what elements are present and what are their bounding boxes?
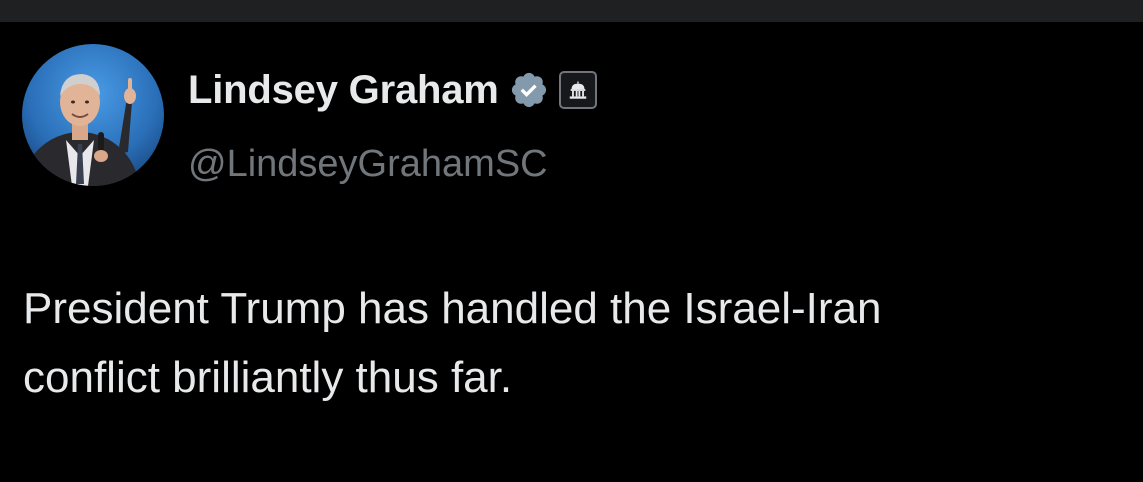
tweet-text-line: conflict brilliantly thus far.	[23, 353, 513, 402]
tweet-text-line: President Trump has handled the Israel-I…	[23, 284, 882, 333]
tweet-text: President Trump has handled the Israel-I…	[23, 274, 1123, 412]
author-handle[interactable]: @LindseyGrahamSC	[188, 143, 548, 186]
government-affiliation-badge[interactable]	[558, 71, 597, 109]
government-building-icon	[569, 80, 586, 99]
display-name[interactable]: Lindsey Graham	[188, 68, 499, 113]
top-strip	[0, 0, 1143, 22]
verified-checkmark-icon[interactable]	[509, 70, 549, 110]
author-name-row[interactable]: Lindsey Graham	[188, 65, 597, 115]
tweet-card[interactable]: Lindsey Graham @LindseyGrahamSC Presiden…	[0, 22, 1143, 482]
avatar-photo	[22, 44, 164, 186]
avatar[interactable]	[22, 44, 164, 186]
